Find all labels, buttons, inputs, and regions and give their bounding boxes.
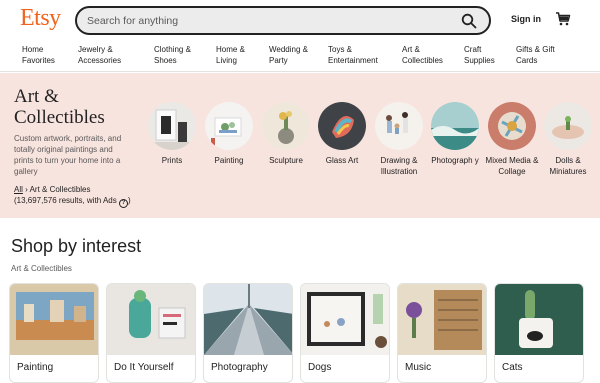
interest-card-cats[interactable]: Cats xyxy=(494,283,584,383)
results-text: (13,697,576 results, with Ads xyxy=(14,196,117,205)
sculpture-thumbnail xyxy=(262,102,310,150)
card-label: Music xyxy=(405,362,432,373)
painting-thumbnail xyxy=(205,102,253,150)
sign-in-link[interactable]: Sign in xyxy=(511,14,541,24)
nav-item-art[interactable]: Art & Collectibles xyxy=(402,44,443,66)
interest-card-painting[interactable]: Painting xyxy=(9,283,99,383)
category-painting[interactable]: Painting xyxy=(200,102,258,166)
card-label: Photography xyxy=(211,362,268,373)
category-prints[interactable]: Prints xyxy=(143,102,201,166)
category-mixed-media[interactable]: Mixed Media & Collage xyxy=(483,102,541,177)
search-bar[interactable] xyxy=(75,6,491,35)
dolls-thumbnail xyxy=(544,102,592,150)
category-label: Photograph y xyxy=(431,156,479,165)
breadcrumb: All › Art & Collectibles xyxy=(14,185,91,194)
glass-art-thumbnail xyxy=(318,102,366,150)
category-label: Painting xyxy=(214,156,244,165)
category-sculpture[interactable]: Sculpture xyxy=(257,102,315,166)
category-label: Prints xyxy=(161,156,183,165)
category-photography[interactable]: Photograph y xyxy=(426,102,484,166)
etsy-logo[interactable]: Etsy xyxy=(20,5,61,32)
interest-card-music[interactable]: Music xyxy=(397,283,487,383)
interest-card-do-it-yourself[interactable]: Do It Yourself xyxy=(106,283,196,383)
results-close-paren: ) xyxy=(127,196,131,205)
nav-item-toys[interactable]: Toys & Entertainment xyxy=(328,44,378,66)
search-input[interactable] xyxy=(87,12,447,29)
shopping-cart-icon[interactable] xyxy=(555,11,571,27)
search-icon[interactable] xyxy=(461,13,477,29)
card-image xyxy=(10,284,98,355)
category-label: Glass Art xyxy=(325,156,359,165)
nav-item-clothing[interactable]: Clothing & Shoes xyxy=(154,44,191,66)
category-label: Dolls & Miniatures xyxy=(549,156,587,176)
nav-item-wedding[interactable]: Wedding & Party xyxy=(269,44,308,66)
card-image xyxy=(204,284,292,355)
page-title: Art & Collectibles xyxy=(14,86,105,128)
category-label: Sculpture xyxy=(269,156,303,165)
nav-item-jewelry[interactable]: Jewelry & Accessories xyxy=(78,44,121,66)
category-hero: Art & Collectibles Custom artwork, portr… xyxy=(0,73,600,218)
category-label: Drawing & Illustration xyxy=(380,156,418,176)
nav-item-craft[interactable]: Craft Supplies xyxy=(464,44,495,66)
mixed-media-thumbnail xyxy=(488,102,536,150)
breadcrumb-current: Art & Collectibles xyxy=(29,185,91,194)
nav-item-home-favorites[interactable]: Home Favorites xyxy=(22,44,55,66)
breadcrumb-separator: › xyxy=(25,185,28,194)
category-dolls-miniatures[interactable]: Dolls & Miniatures xyxy=(539,102,597,177)
results-count: (13,697,576 results, with Ads ?) xyxy=(14,196,131,208)
photography-thumbnail xyxy=(431,102,479,150)
prints-thumbnail xyxy=(148,102,196,150)
interest-card-dogs[interactable]: Dogs xyxy=(300,283,390,383)
card-label: Cats xyxy=(502,362,523,373)
card-label: Dogs xyxy=(308,362,332,373)
section-subtitle: Art & Collectibles xyxy=(11,264,72,273)
breadcrumb-all-link[interactable]: All xyxy=(14,185,23,194)
category-drawing-illustration[interactable]: Drawing & Illustration xyxy=(370,102,428,177)
card-label: Do It Yourself xyxy=(114,362,174,373)
card-image xyxy=(107,284,195,355)
category-glass-art[interactable]: Glass Art xyxy=(313,102,371,166)
question-circle-icon[interactable]: ? xyxy=(118,199,128,208)
category-label: Mixed Media & Collage xyxy=(485,156,539,176)
card-image xyxy=(495,284,583,355)
nav-item-gifts[interactable]: Gifts & Gift Cards xyxy=(516,44,555,66)
drawing-thumbnail xyxy=(375,102,423,150)
card-label: Painting xyxy=(17,362,54,373)
nav-item-home-living[interactable]: Home & Living xyxy=(216,44,245,66)
category-description: Custom artwork, portraits, and totally o… xyxy=(14,134,122,176)
card-image xyxy=(301,284,389,355)
category-nav: Home Favorites Jewelry & Accessories Clo… xyxy=(0,40,600,72)
interest-card-photography[interactable]: Photography xyxy=(203,283,293,383)
card-image xyxy=(398,284,486,355)
site-header: Etsy Sign in xyxy=(0,0,600,40)
section-title: Shop by interest xyxy=(11,236,142,256)
